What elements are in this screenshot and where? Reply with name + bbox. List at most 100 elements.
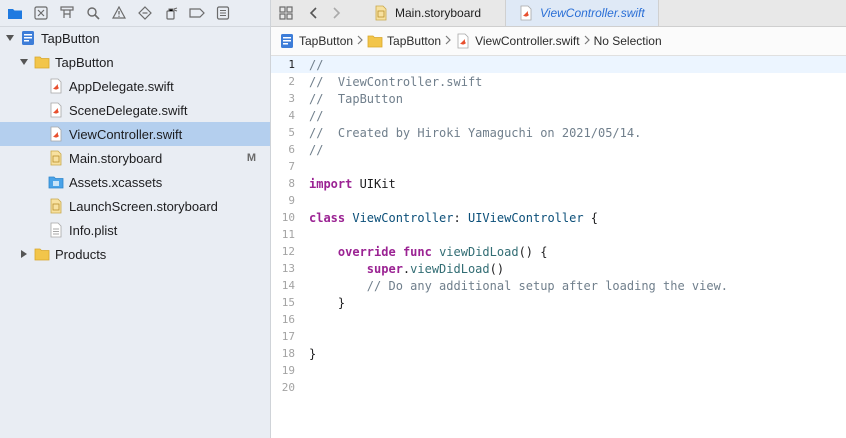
tree-item-launchscreen-storyboard[interactable]: LaunchScreen.storyboard <box>0 194 270 218</box>
code-token: : <box>453 210 468 225</box>
code-token: // TapButton <box>309 91 403 106</box>
code-line[interactable]: 17 <box>271 328 846 345</box>
code-token: } <box>309 346 317 361</box>
folder-file-icon <box>34 54 50 70</box>
code-line[interactable]: 4 // <box>271 107 846 124</box>
tab-main-storyboard[interactable]: Main.storyboard <box>361 0 506 26</box>
tree-item-label: Main.storyboard <box>69 150 163 166</box>
breadcrumb-tapbutton[interactable]: TapButton <box>367 33 441 49</box>
code-line[interactable]: 5 // Created by Hiroki Yamaguchi on 2021/… <box>271 124 846 141</box>
code-text: class ViewController: UIViewController { <box>309 211 598 225</box>
code-line[interactable]: 16 <box>271 311 846 328</box>
code-text: // <box>309 143 323 157</box>
folder-file-icon <box>34 246 50 262</box>
line-number: 7 <box>288 160 295 173</box>
swift-file-icon <box>518 5 534 21</box>
breadcrumb-chevron-icon <box>584 34 590 48</box>
tree-item-scenedelegate-swift[interactable]: SceneDelegate.swift <box>0 98 270 122</box>
code-text: override func viewDidLoad() { <box>309 244 548 259</box>
swift-file-icon <box>48 78 64 94</box>
code-token: // <box>309 57 324 72</box>
disclosure-expanded-icon[interactable] <box>18 56 30 68</box>
warning-icon[interactable] <box>110 4 128 22</box>
line-number: 1 <box>288 58 295 71</box>
breadcrumb-label: No Selection <box>593 34 662 48</box>
tree-item-info-plist[interactable]: Info.plist <box>0 218 270 242</box>
assets-file-icon <box>48 174 64 190</box>
file-tree: TapButton TapButton AppDelegate.swift Scene… <box>0 26 270 266</box>
breakpoint-icon[interactable] <box>188 4 206 22</box>
disclosure-expanded-icon[interactable] <box>4 32 16 44</box>
diamond-icon[interactable] <box>136 4 154 22</box>
code-token: UIViewController <box>467 210 584 225</box>
code-text: } <box>309 296 345 310</box>
code-line[interactable]: 3 // TapButton <box>271 90 846 107</box>
jump-bar: TapButton TapButton ViewController.swift No… <box>271 27 846 56</box>
line-number: 2 <box>288 75 295 88</box>
tree-item-viewcontroller-swift[interactable]: ViewController.swift <box>0 122 270 146</box>
code-line[interactable]: 12 override func viewDidLoad() { <box>271 243 846 260</box>
tree-item-tapbutton[interactable]: TapButton <box>0 26 270 50</box>
code-line[interactable]: 7 <box>271 158 846 175</box>
code-line[interactable]: 10 class ViewController: UIViewController… <box>271 209 846 226</box>
tree-item-tapbutton[interactable]: TapButton <box>0 50 270 74</box>
tree-item-main-storyboard[interactable]: Main.storyboard M <box>0 146 270 170</box>
code-line[interactable]: 6 // <box>271 141 846 158</box>
navigator-toolbar <box>0 0 270 27</box>
hierarchy-icon[interactable] <box>58 4 76 22</box>
chevron-left-icon[interactable] <box>305 4 323 22</box>
line-number: 16 <box>281 313 295 326</box>
folder-icon[interactable] <box>6 4 24 22</box>
code-token: ViewController <box>352 210 454 225</box>
code-line[interactable]: 18} <box>271 345 846 362</box>
disclosure-collapsed-icon[interactable] <box>18 248 30 260</box>
breadcrumb-no-selection[interactable]: No Selection <box>594 34 662 48</box>
tab-viewcontroller-swift[interactable]: ViewController.swift <box>506 0 659 26</box>
tree-item-label: AppDelegate.swift <box>69 78 174 94</box>
code-token: () { <box>518 244 548 259</box>
code-line[interactable]: 15 } <box>271 294 846 311</box>
storyboard-file-icon <box>373 5 389 21</box>
code-line[interactable]: 2 // ViewController.swift <box>271 73 846 90</box>
code-token: import <box>309 176 353 191</box>
breadcrumb-viewcontroller-swift[interactable]: ViewController.swift <box>455 33 580 49</box>
report-icon[interactable] <box>214 4 232 22</box>
code-line[interactable]: 14 // Do any additional setup after load… <box>271 277 846 294</box>
source-editor[interactable]: 1 // 2 // ViewController.swift 3 // TapButton… <box>271 56 846 438</box>
tree-item-appdelegate-swift[interactable]: AppDelegate.swift <box>0 74 270 98</box>
code-line[interactable]: 8 import UIKit <box>271 175 846 192</box>
code-token: viewDidLoad <box>410 261 490 276</box>
line-number: 11 <box>281 228 295 241</box>
line-number: 4 <box>288 109 295 122</box>
swift-file-icon <box>48 126 64 142</box>
code-line[interactable]: 19 <box>271 362 846 379</box>
grid-icon[interactable] <box>277 4 295 22</box>
line-number: 14 <box>281 279 295 292</box>
code-token: // Do any additional setup after loading… <box>366 278 729 293</box>
tab-label: Main.storyboard <box>395 6 482 20</box>
project-file-icon <box>20 30 36 46</box>
line-number: 5 <box>288 126 295 139</box>
tree-item-assets-xcassets[interactable]: Assets.xcassets <box>0 170 270 194</box>
code-line[interactable]: 9 <box>271 192 846 209</box>
chevron-right-icon[interactable] <box>327 4 345 22</box>
code-line[interactable]: 13 super.viewDidLoad() <box>271 260 846 277</box>
tree-item-label: SceneDelegate.swift <box>69 102 188 118</box>
search-icon[interactable] <box>84 4 102 22</box>
tree-item-products[interactable]: Products <box>0 242 270 266</box>
code-line[interactable]: 1 // <box>271 56 846 73</box>
tree-item-label: ViewController.swift <box>69 126 183 142</box>
code-line[interactable]: 11 <box>271 226 846 243</box>
xmark-square-icon[interactable] <box>32 4 50 22</box>
code-token: viewDidLoad <box>439 244 519 259</box>
breadcrumb-tapbutton[interactable]: TapButton <box>279 33 353 49</box>
code-line[interactable]: 20 <box>271 379 846 396</box>
line-number: 17 <box>281 330 295 343</box>
debug-spray-icon[interactable] <box>162 4 180 22</box>
line-number: 10 <box>281 211 295 224</box>
code-text: // <box>309 58 323 72</box>
tree-item-label: TapButton <box>41 30 100 46</box>
project-navigator: TapButton TapButton AppDelegate.swift Scene… <box>0 0 271 438</box>
